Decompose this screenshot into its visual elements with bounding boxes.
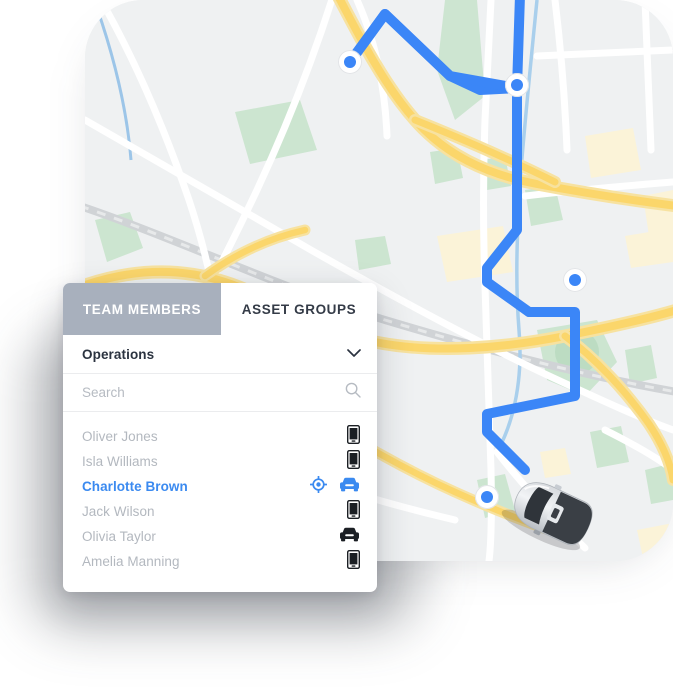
waypoint-marker — [338, 50, 362, 74]
chevron-down-icon[interactable] — [347, 345, 361, 363]
member-icon-group — [346, 549, 361, 574]
panel-tabs: TEAM MEMBERS ASSET GROUPS — [63, 283, 377, 335]
group-title: Operations — [82, 346, 155, 362]
composition-stage: TEAM MEMBERS ASSET GROUPS Operations Sea… — [0, 0, 673, 689]
phone-icon[interactable] — [346, 449, 361, 474]
phone-icon[interactable] — [346, 549, 361, 574]
list-item[interactable]: Isla Williams — [63, 449, 377, 474]
group-header-operations[interactable]: Operations — [63, 335, 377, 374]
member-name: Olivia Taylor — [82, 529, 156, 544]
list-item-selected[interactable]: Charlotte Brown — [63, 474, 377, 499]
list-item[interactable]: Amelia Manning — [63, 549, 377, 574]
phone-icon[interactable] — [346, 499, 361, 524]
member-list: Oliver Jones Isla Williams Charlotte Bro… — [63, 412, 377, 592]
member-name: Oliver Jones — [82, 429, 158, 444]
car-icon[interactable] — [339, 477, 360, 497]
waypoint-marker — [563, 268, 587, 292]
waypoint-marker — [475, 485, 499, 509]
search-input[interactable] — [82, 385, 322, 400]
member-name: Jack Wilson — [82, 504, 155, 519]
member-name: Isla Williams — [82, 454, 158, 469]
team-panel-card: TEAM MEMBERS ASSET GROUPS Operations Sea… — [63, 283, 377, 592]
member-name: Amelia Manning — [82, 554, 180, 569]
member-name: Charlotte Brown — [82, 479, 188, 494]
waypoint-marker — [505, 73, 529, 97]
member-icon-group — [346, 424, 361, 449]
member-icon-group — [346, 499, 361, 524]
list-item[interactable]: Oliver Jones — [63, 424, 377, 449]
phone-icon[interactable] — [346, 424, 361, 449]
search-icon[interactable] — [345, 382, 361, 403]
member-icon-group — [309, 475, 360, 498]
car-icon[interactable] — [339, 527, 360, 547]
tab-asset-groups[interactable]: ASSET GROUPS — [221, 283, 377, 335]
list-item[interactable]: Olivia Taylor — [63, 524, 377, 549]
member-icon-group — [339, 527, 360, 547]
tab-team-members[interactable]: TEAM MEMBERS — [63, 283, 221, 335]
list-item[interactable]: Jack Wilson — [63, 499, 377, 524]
search-row[interactable] — [63, 374, 377, 412]
locate-icon[interactable] — [309, 475, 328, 498]
member-icon-group — [346, 449, 361, 474]
